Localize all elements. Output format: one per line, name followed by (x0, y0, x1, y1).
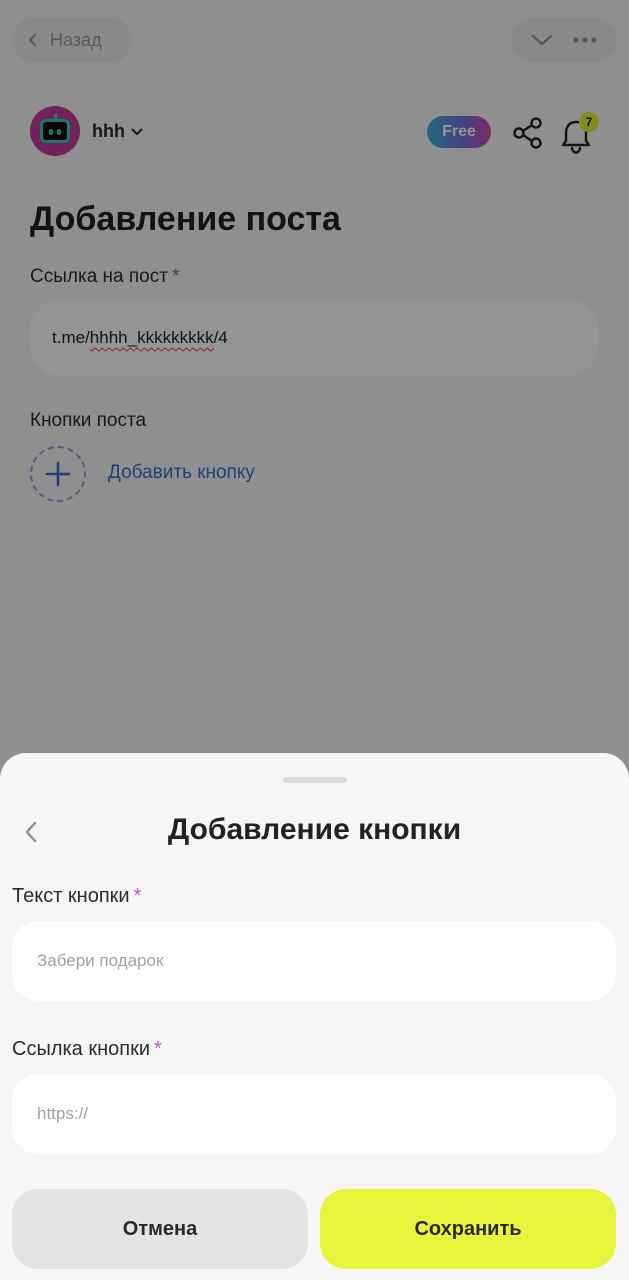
cancel-button[interactable]: Отмена (12, 1189, 308, 1269)
button-text-label: Текст кнопки * (12, 885, 142, 907)
required-mark: * (133, 885, 142, 907)
sheet-title: Добавление кнопки (167, 813, 462, 846)
sheet-grabber[interactable] (282, 777, 347, 783)
button-link-label: Ссылка кнопки * (12, 1038, 162, 1060)
required-mark: * (154, 1038, 162, 1060)
button-text-input[interactable] (12, 921, 616, 1001)
add-button-sheet: Добавление кнопки Текст кнопки* Ссылка к… (0, 753, 629, 1280)
save-button[interactable]: Сохранить (320, 1189, 616, 1269)
button-link-input[interactable] (12, 1074, 616, 1154)
